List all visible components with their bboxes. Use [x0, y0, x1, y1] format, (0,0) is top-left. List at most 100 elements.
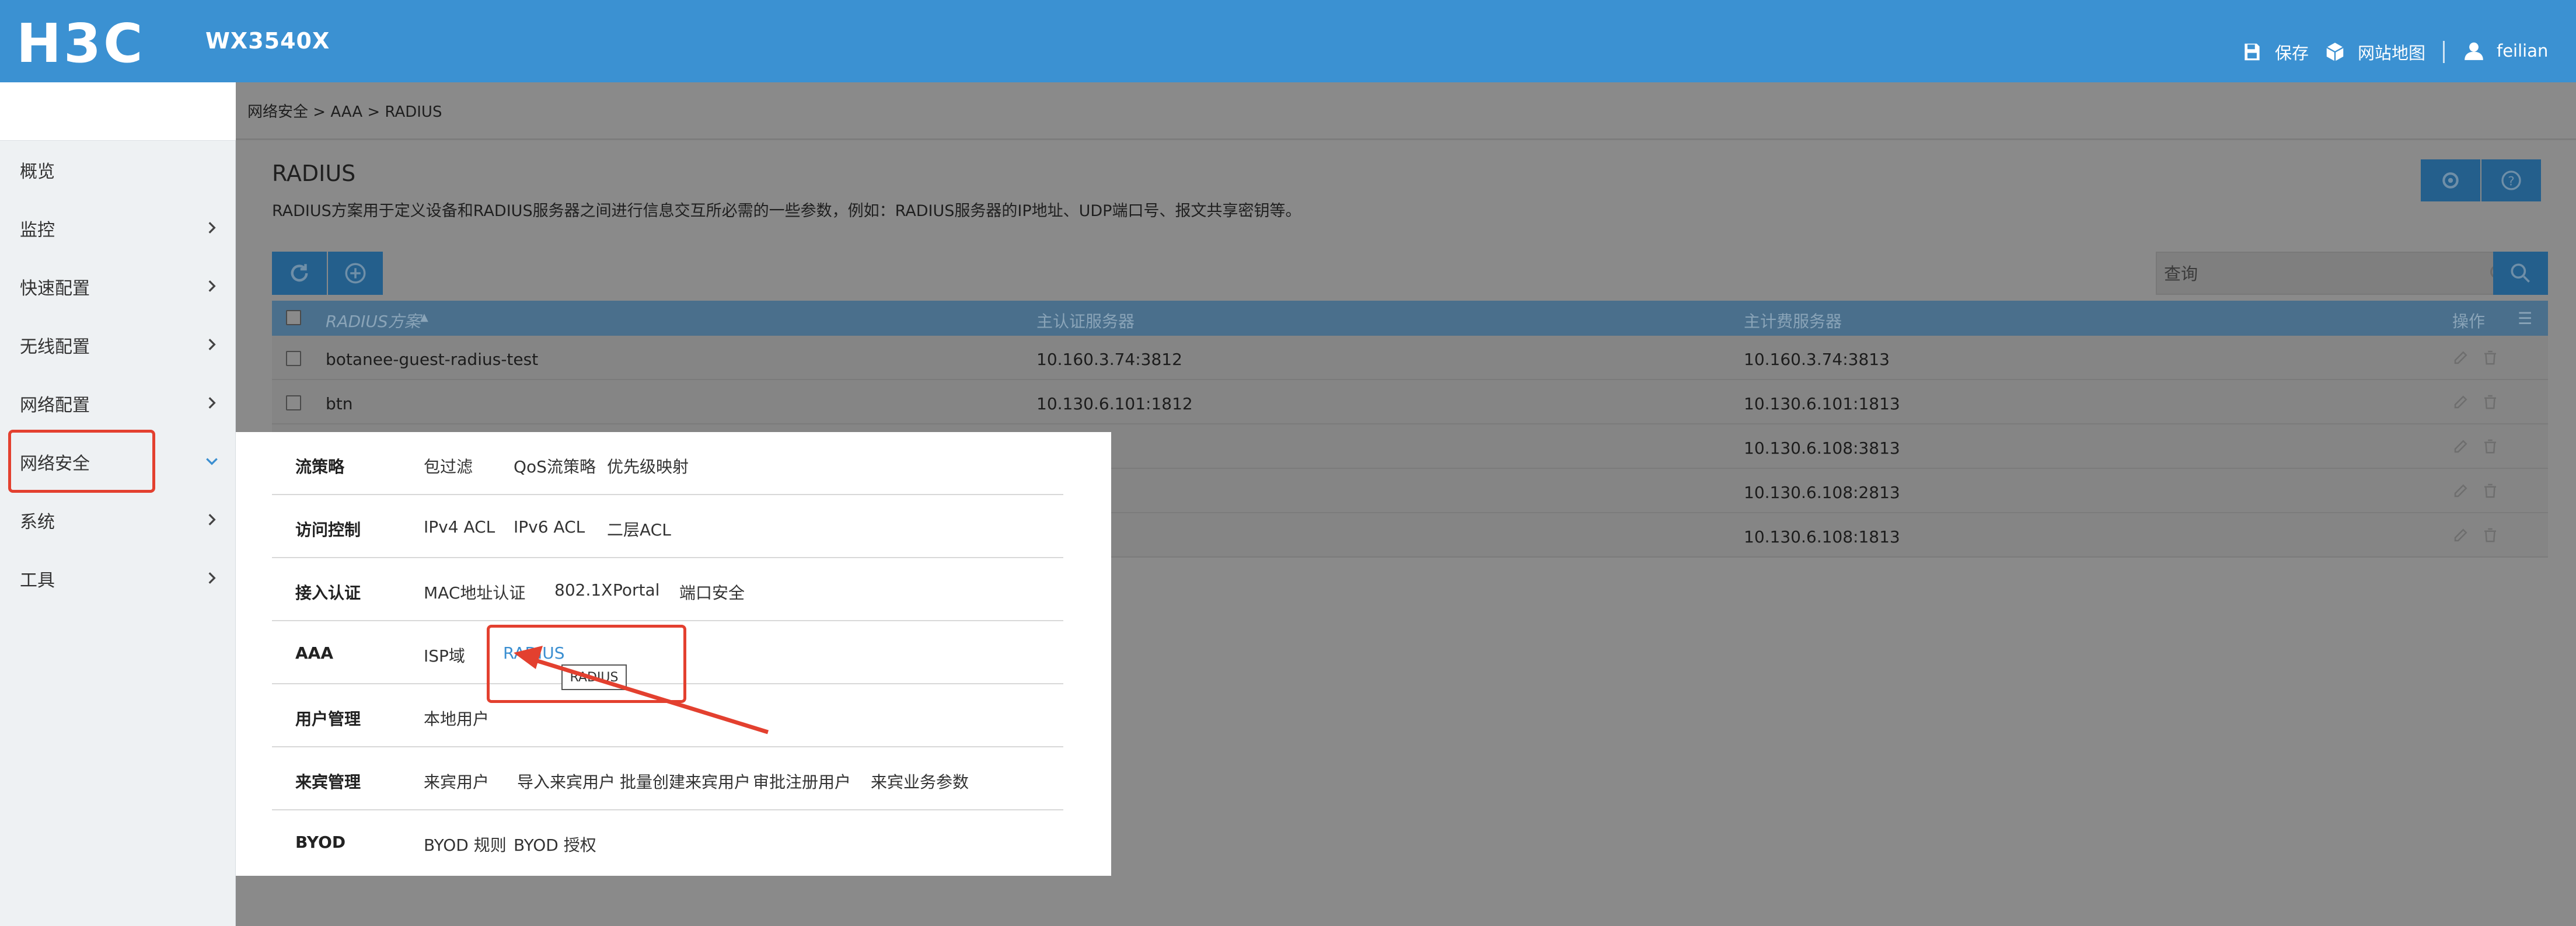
sitemap-label: 网站地图 [2358, 43, 2426, 63]
user-menu[interactable]: feilian [2463, 40, 2548, 62]
menu-category: 流策略 [295, 457, 345, 476]
help-button[interactable]: ? [2481, 159, 2541, 201]
breadcrumb: 网络安全 > AAA > RADIUS [247, 103, 442, 121]
cell-primary-acct: 10.130.6.108:2813 [1744, 483, 1900, 502]
table-header: RADIUS方案 ▲ 主认证服务器 主计费服务器 操作 ☰ [272, 301, 2548, 336]
advanced-search-icon [2511, 263, 2530, 283]
sidebar-item-6[interactable]: 系统 [0, 491, 236, 549]
sidebar-item-7[interactable]: 工具 [0, 549, 236, 608]
top-header: H3C WX3540X 保存 网站地图 feilian [0, 0, 2576, 82]
search-box [2156, 252, 2523, 295]
menu-item[interactable]: 来宾业务参数 [871, 770, 969, 793]
edit-icon[interactable] [2452, 526, 2470, 544]
add-icon [345, 263, 366, 284]
sidebar-top-blank [0, 82, 236, 141]
row-checkbox[interactable] [286, 395, 301, 410]
menu-item[interactable]: 802.1X [554, 580, 612, 600]
edit-icon[interactable] [2452, 482, 2470, 499]
svg-text:H3C: H3C [16, 20, 145, 67]
menu-item[interactable]: 优先级映射 [607, 454, 689, 478]
sidebar-item-label: 工具 [20, 570, 55, 591]
advanced-search-button[interactable] [2493, 252, 2548, 295]
menu-item[interactable]: Portal [613, 580, 659, 600]
menu-item[interactable]: IPv6 ACL [514, 517, 585, 537]
cell-primary-auth: 10.160.3.74:3812 [1036, 350, 1182, 369]
column-settings-icon[interactable]: ☰ [2518, 309, 2532, 328]
sidebar-item-label: 无线配置 [20, 337, 90, 357]
add-button[interactable] [328, 252, 383, 295]
sidebar-item-label: 快速配置 [20, 279, 90, 299]
menu-item[interactable]: 包过滤 [424, 454, 473, 478]
column-actions: 操作 [2452, 312, 2486, 331]
help-icon: ? [2501, 170, 2521, 190]
sidebar-item-1[interactable]: 监控 [0, 199, 236, 257]
select-all-checkbox[interactable] [286, 310, 301, 325]
user-icon [2465, 42, 2483, 60]
sidebar-item-0[interactable]: 概览 [0, 141, 236, 199]
menu-group-row: BYOD BYOD 规则 BYOD 授权 [272, 810, 1063, 873]
save-icon [2245, 43, 2260, 61]
search-input[interactable] [2164, 261, 2467, 287]
sidebar-item-4[interactable]: 网络配置 [0, 374, 236, 433]
menu-item[interactable]: BYOD 授权 [514, 833, 596, 856]
settings-button[interactable] [2421, 159, 2480, 201]
sidebar-item-label: 监控 [20, 220, 55, 241]
menu-item[interactable]: 审批注册用户 [753, 770, 851, 793]
cell-primary-acct: 10.130.6.108:1813 [1744, 527, 1900, 546]
edit-icon[interactable] [2452, 437, 2470, 455]
delete-icon[interactable] [2481, 526, 2499, 544]
save-button[interactable]: 保存 [2241, 40, 2309, 64]
sidebar-item-label: 系统 [20, 512, 55, 532]
column-primary-auth: 主认证服务器 [1036, 312, 1135, 331]
cell-primary-acct: 10.130.6.101:1813 [1744, 394, 1900, 413]
refresh-icon [291, 264, 308, 282]
sort-asc-icon[interactable]: ▲ [420, 311, 428, 323]
chevron-right-icon [208, 572, 216, 584]
menu-category: 访问控制 [295, 520, 361, 539]
table-row[interactable]: btn 10.130.6.101:1812 10.130.6.101:1813 [272, 380, 2548, 424]
menu-category: BYOD [295, 833, 346, 852]
menu-item[interactable]: IPv4 ACL [424, 517, 495, 537]
refresh-button[interactable] [272, 252, 327, 295]
sidebar-item-label: 网络配置 [20, 395, 90, 416]
menu-item[interactable]: QoS流策略 [514, 454, 596, 478]
chevron-right-icon [208, 339, 216, 350]
device-model: WX3540X [205, 28, 330, 54]
edit-icon[interactable] [2452, 349, 2470, 366]
menu-group-row: 流策略 包过滤 QoS流策略 优先级映射 [272, 432, 1063, 495]
table-row[interactable]: botanee-guest-radius-test 10.160.3.74:381… [272, 336, 2548, 380]
menu-item[interactable]: MAC地址认证 [424, 580, 525, 604]
column-scheme[interactable]: RADIUS方案 [326, 309, 421, 332]
menu-category: 来宾管理 [295, 772, 361, 792]
h3c-logo[interactable]: H3C [16, 20, 186, 67]
menu-item[interactable]: 二层ACL [607, 517, 671, 541]
menu-category: AAA [295, 643, 334, 663]
menu-item[interactable]: BYOD 规则 [424, 833, 507, 856]
breadcrumb-divider [236, 138, 2576, 140]
delete-icon[interactable] [2481, 393, 2499, 410]
page-title: RADIUS [272, 161, 356, 186]
sidebar-item-3[interactable]: 无线配置 [0, 316, 236, 374]
delete-icon[interactable] [2481, 349, 2499, 366]
menu-item[interactable]: 批量创建来宾用户 [620, 770, 751, 793]
row-checkbox[interactable] [286, 351, 301, 366]
menu-item[interactable]: ISP域 [424, 643, 465, 667]
menu-item[interactable]: 本地用户 [424, 706, 489, 730]
delete-icon[interactable] [2481, 437, 2499, 455]
menu-item[interactable]: 导入来宾用户 [517, 770, 615, 793]
menu-item[interactable]: 端口安全 [679, 580, 745, 604]
delete-icon[interactable] [2481, 482, 2499, 499]
save-label: 保存 [2275, 43, 2309, 63]
sitemap-button[interactable]: 网站地图 [2324, 40, 2425, 64]
column-primary-acct: 主计费服务器 [1744, 312, 1842, 331]
sidebar-item-label: 概览 [20, 162, 55, 182]
menu-item[interactable]: 来宾用户 [424, 770, 489, 793]
menu-group-row: 来宾管理 来宾用户 导入来宾用户 批量创建来宾用户 审批注册用户 来宾业务参数 [272, 747, 1063, 810]
cell-primary-acct: 10.130.6.108:3813 [1744, 438, 1900, 458]
edit-icon[interactable] [2452, 393, 2470, 410]
menu-group-row: 访问控制 IPv4 ACL IPv6 ACL 二层ACL [272, 495, 1063, 558]
sidebar-item-2[interactable]: 快速配置 [0, 257, 236, 316]
highlight-box-radius [487, 625, 686, 703]
cell-primary-auth: 10.130.6.101:1812 [1036, 394, 1193, 413]
menu-category: 接入认证 [295, 583, 361, 603]
